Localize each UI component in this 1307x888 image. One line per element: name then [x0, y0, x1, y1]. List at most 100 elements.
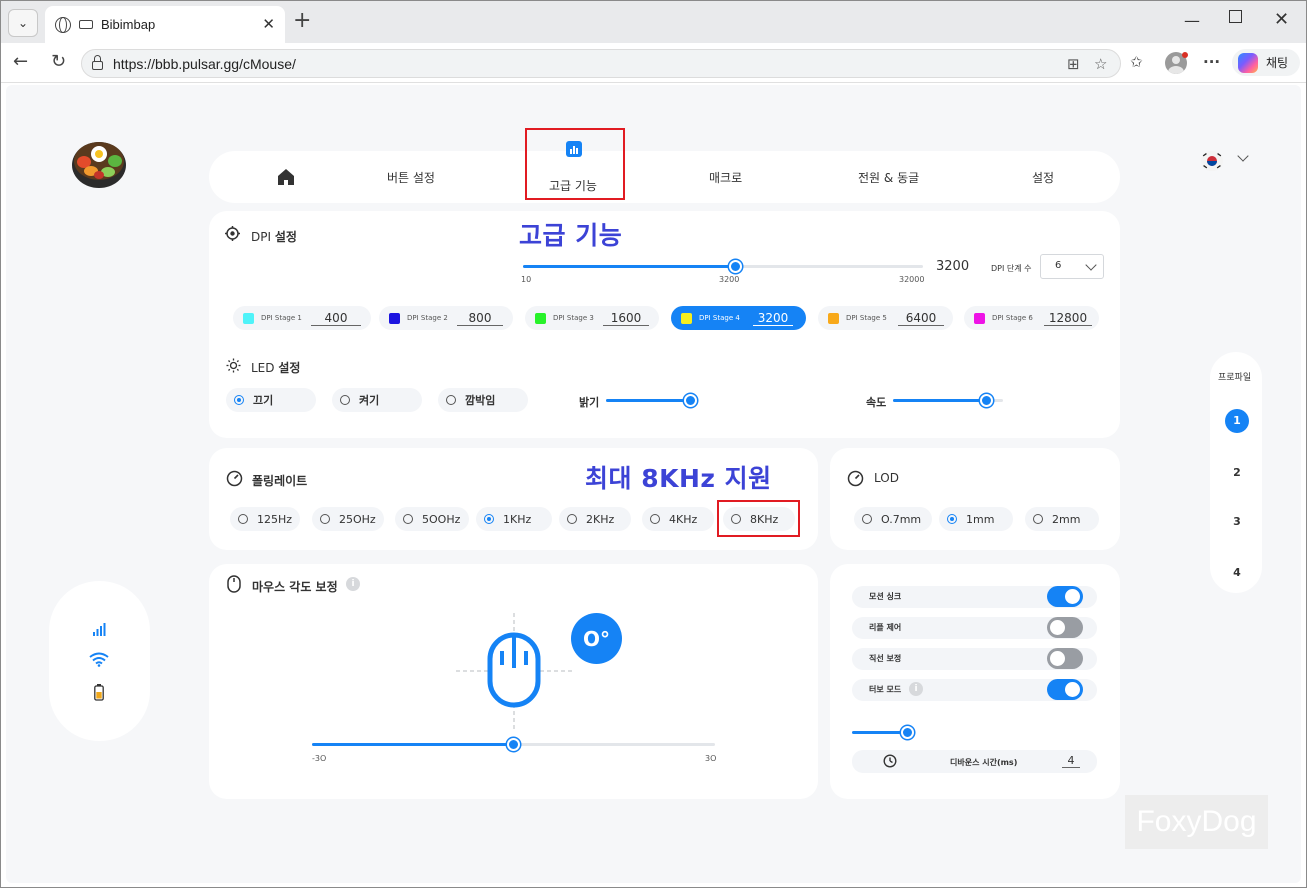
polling-option-1k[interactable]: 1KHz — [476, 507, 552, 531]
ripple-control-switch[interactable] — [1047, 617, 1083, 638]
turbo-mode-switch[interactable] — [1047, 679, 1083, 700]
motion-sync-switch[interactable] — [1047, 586, 1083, 607]
radio-label: 켜기 — [359, 394, 380, 407]
profile-label: 프로파일 — [1218, 373, 1252, 383]
dpi-slider-fill — [523, 265, 735, 268]
polling-option-4k[interactable]: 4KHz — [642, 507, 714, 531]
stage-color-swatch[interactable] — [681, 312, 692, 324]
lod-option-2[interactable]: 2mm — [1025, 507, 1099, 531]
back-button[interactable]: ← — [13, 51, 28, 72]
stage-color-swatch[interactable] — [535, 312, 546, 324]
speed-slider-fill — [893, 399, 987, 402]
radio-button[interactable] — [238, 514, 248, 524]
debounce-value-input[interactable]: 4 — [1062, 754, 1080, 768]
speed-slider-knob[interactable] — [980, 394, 993, 407]
dpi-stage-2[interactable]: DPI Stage 2 800 — [379, 306, 513, 330]
home-icon[interactable] — [276, 167, 296, 187]
lod-option-0-7[interactable]: O.7mm — [854, 507, 932, 531]
app-available-icon[interactable]: ⊞ — [1067, 55, 1080, 73]
info-icon[interactable]: i — [909, 682, 923, 696]
dpi-stage-1[interactable]: DPI Stage 1 400 — [233, 306, 371, 330]
close-window-button[interactable]: ✕ — [1274, 9, 1289, 30]
dpi-stage-6[interactable]: DPI Stage 6 12800 — [964, 306, 1099, 330]
target-icon — [225, 226, 240, 241]
dpi-stage-4[interactable]: DPI Stage 4 3200 — [671, 306, 806, 330]
more-menu-icon[interactable]: ··· — [1203, 53, 1220, 71]
maximize-button[interactable] — [1229, 10, 1242, 23]
debounce-slider-knob[interactable] — [900, 726, 914, 739]
led-title-prefix: LED — [251, 361, 279, 375]
stage-value[interactable]: 12800 — [1044, 311, 1092, 326]
annotation-box-advanced — [525, 128, 625, 200]
nav-macro[interactable]: 매크로 — [709, 169, 742, 186]
refresh-button[interactable]: ↻ — [51, 51, 66, 72]
info-icon[interactable]: i — [346, 577, 360, 591]
dpi-slider-knob[interactable] — [728, 260, 742, 273]
copilot-button[interactable]: 채팅 — [1232, 49, 1300, 76]
profile-item-4[interactable]: 4 — [1225, 561, 1249, 585]
stage-value[interactable]: 400 — [311, 311, 361, 326]
radio-button[interactable] — [484, 514, 494, 524]
dpi-stage-3[interactable]: DPI Stage 3 1600 — [525, 306, 659, 330]
stage-value[interactable]: 3200 — [753, 311, 793, 326]
browser-tab[interactable]: Bibimbap ✕ — [45, 6, 285, 43]
profile-item-2[interactable]: 2 — [1225, 461, 1249, 485]
radio-button[interactable] — [403, 514, 413, 524]
url-field[interactable]: https://bbb.pulsar.gg/cMouse/ ⊞ ☆ — [81, 49, 1121, 78]
nav-settings[interactable]: 설정 — [1032, 169, 1054, 186]
polling-option-2k[interactable]: 2KHz — [559, 507, 631, 531]
dpi-stage-5[interactable]: DPI Stage 5 6400 — [818, 306, 953, 330]
stage-color-swatch[interactable] — [828, 312, 839, 324]
polling-option-250[interactable]: 25OHz — [312, 507, 384, 531]
stage-value[interactable]: 800 — [457, 311, 503, 326]
radio-label: 끄기 — [253, 394, 274, 407]
angle-slider-knob[interactable] — [507, 738, 520, 751]
radio-button[interactable] — [1033, 514, 1043, 524]
angle-title: 마우스 각도 보정 — [252, 580, 338, 594]
tab-list-button[interactable]: ⌄ — [8, 9, 38, 37]
radio-button[interactable] — [340, 395, 350, 405]
stage-value[interactable]: 1600 — [603, 311, 649, 326]
profile-item-3[interactable]: 3 — [1225, 510, 1249, 534]
radio-button[interactable] — [650, 514, 660, 524]
radio-button[interactable] — [446, 395, 456, 405]
nav-power-dongle[interactable]: 전원 & 동글 — [858, 169, 919, 186]
dpi-steps-select[interactable]: 6 — [1040, 254, 1104, 279]
angle-snap-switch[interactable] — [1047, 648, 1083, 669]
nav-button-settings[interactable]: 버튼 설정 — [387, 169, 435, 186]
brightness-slider[interactable] — [606, 399, 690, 402]
radio-button[interactable] — [947, 514, 957, 524]
minimize-button[interactable]: — — [1184, 11, 1200, 30]
radio-button[interactable] — [320, 514, 330, 524]
korea-flag-icon[interactable] — [1201, 151, 1223, 171]
led-mode-off[interactable]: 끄기 — [226, 388, 316, 412]
favorites-icon[interactable]: ✩ — [1130, 53, 1143, 71]
favorite-star-icon[interactable]: ☆ — [1094, 55, 1107, 73]
stage-color-swatch[interactable] — [974, 312, 985, 324]
debounce-slider[interactable] — [852, 731, 1072, 734]
radio-label: 1KHz — [503, 512, 532, 526]
gauge-icon — [847, 470, 864, 487]
polling-option-500[interactable]: 5OOHz — [395, 507, 469, 531]
profile-item-1[interactable]: 1 — [1225, 409, 1249, 433]
led-mode-blink[interactable]: 깜박임 — [438, 388, 528, 412]
lod-option-1[interactable]: 1mm — [939, 507, 1013, 531]
polling-option-125[interactable]: 125Hz — [230, 507, 300, 531]
radio-label: 2KHz — [586, 512, 615, 526]
led-mode-on[interactable]: 켜기 — [332, 388, 422, 412]
radio-label: 5OOHz — [422, 512, 461, 526]
stage-label: DPI Stage 1 — [261, 314, 302, 322]
radio-button[interactable] — [862, 514, 872, 524]
new-tab-button[interactable]: + — [293, 10, 311, 32]
angle-min-label: -3O — [312, 754, 327, 763]
stage-label: DPI Stage 2 — [407, 314, 448, 322]
stage-value[interactable]: 6400 — [898, 311, 944, 326]
stage-color-swatch[interactable] — [389, 312, 400, 324]
brightness-slider-knob[interactable] — [683, 394, 697, 407]
radio-button[interactable] — [234, 395, 244, 405]
copilot-label: 채팅 — [1266, 56, 1289, 70]
stage-color-swatch[interactable] — [243, 312, 254, 324]
close-tab-icon[interactable]: ✕ — [262, 15, 275, 33]
dpi-slider[interactable] — [523, 265, 923, 268]
radio-button[interactable] — [567, 514, 577, 524]
